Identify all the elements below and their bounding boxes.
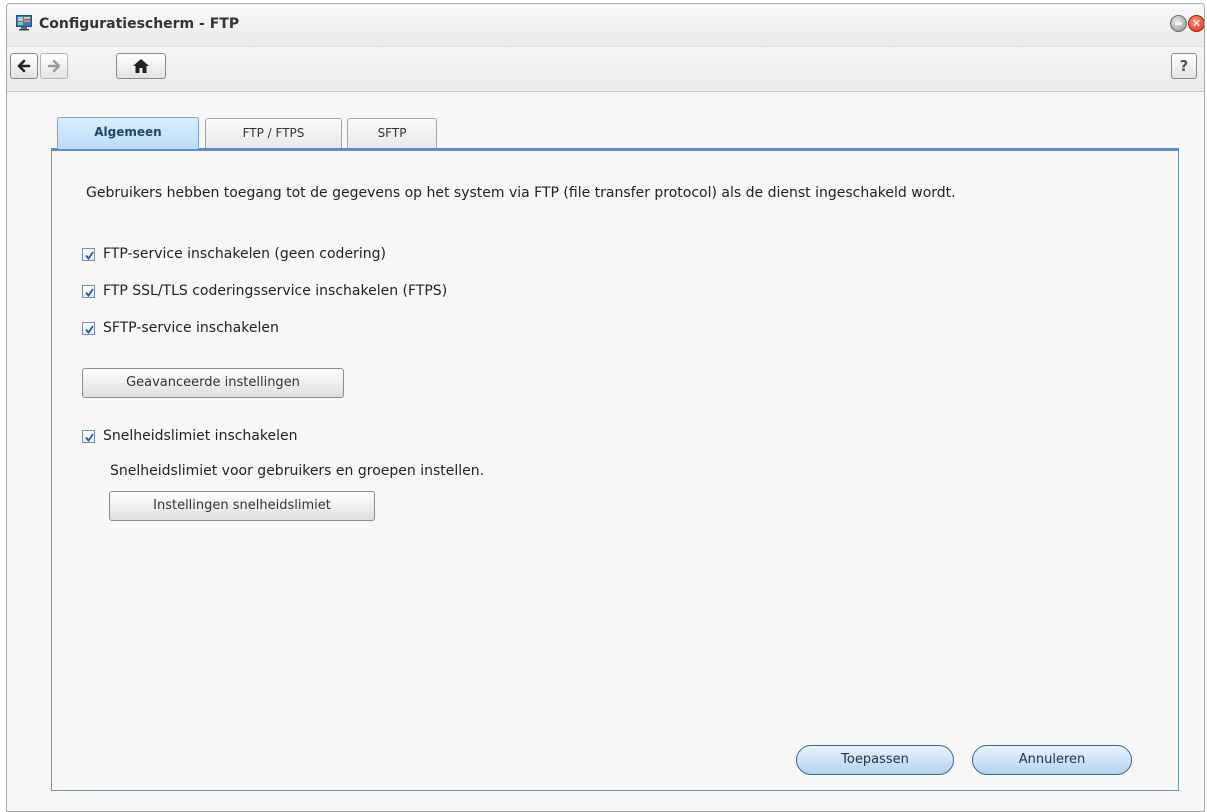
arrow-right-icon — [47, 59, 61, 73]
intro-text: Gebruikers hebben toegang tot de gegeven… — [86, 185, 956, 201]
sftp-service-label: SFTP-service inschakelen — [103, 320, 279, 336]
checkmark-icon — [85, 250, 94, 260]
ftps-service-label: FTP SSL/TLS coderingsservice inschakelen… — [103, 283, 448, 299]
forward-button[interactable] — [40, 53, 68, 79]
help-button[interactable]: ? — [1171, 53, 1197, 79]
minimize-icon[interactable] — [1170, 15, 1187, 32]
ftps-service-checkbox[interactable] — [82, 284, 95, 298]
back-button[interactable] — [10, 53, 38, 79]
window-title: Configuratiescherm - FTP — [39, 16, 240, 32]
ftp-service-label: FTP-service inschakelen (geen codering) — [103, 246, 386, 262]
checkmark-icon — [85, 324, 94, 334]
sftp-service-option[interactable]: SFTP-service inschakelen — [82, 318, 279, 338]
checkmark-icon — [85, 287, 94, 297]
general-tab-panel: Gebruikers hebben toegang tot de gegeven… — [51, 148, 1179, 791]
speed-limit-description: Snelheidslimiet voor gebruikers en groep… — [110, 463, 485, 479]
cancel-button[interactable]: Annuleren — [972, 745, 1132, 775]
title-bar[interactable]: Configuratiescherm - FTP ✕ — [7, 4, 1204, 47]
tab-ftp-ftps[interactable]: FTP / FTPS — [205, 118, 342, 148]
ftps-service-option[interactable]: FTP SSL/TLS coderingsservice inschakelen… — [82, 281, 447, 301]
speed-limit-settings-button[interactable]: Instellingen snelheidslimiet — [109, 491, 375, 521]
tab-sftp[interactable]: SFTP — [347, 118, 437, 148]
speed-limit-option[interactable]: Snelheidslimiet inschakelen — [82, 426, 297, 446]
close-icon[interactable]: ✕ — [1188, 15, 1204, 32]
home-icon — [133, 59, 149, 73]
arrow-left-icon — [17, 59, 31, 73]
home-button[interactable] — [116, 53, 166, 79]
control-panel-icon — [16, 15, 32, 31]
control-panel-window: Configuratiescherm - FTP ✕ ? Algemeen FT… — [6, 3, 1205, 812]
sftp-service-checkbox[interactable] — [82, 321, 95, 335]
speed-limit-checkbox[interactable] — [82, 429, 95, 443]
toolbar: ? — [7, 47, 1204, 92]
checkmark-icon — [85, 432, 94, 442]
apply-button[interactable]: Toepassen — [796, 745, 954, 775]
advanced-settings-button[interactable]: Geavanceerde instellingen — [82, 368, 344, 398]
speed-limit-label: Snelheidslimiet inschakelen — [103, 428, 298, 444]
ftp-service-checkbox[interactable] — [82, 247, 95, 261]
tab-algemeen[interactable]: Algemeen — [57, 117, 199, 149]
ftp-service-option[interactable]: FTP-service inschakelen (geen codering) — [82, 244, 386, 264]
